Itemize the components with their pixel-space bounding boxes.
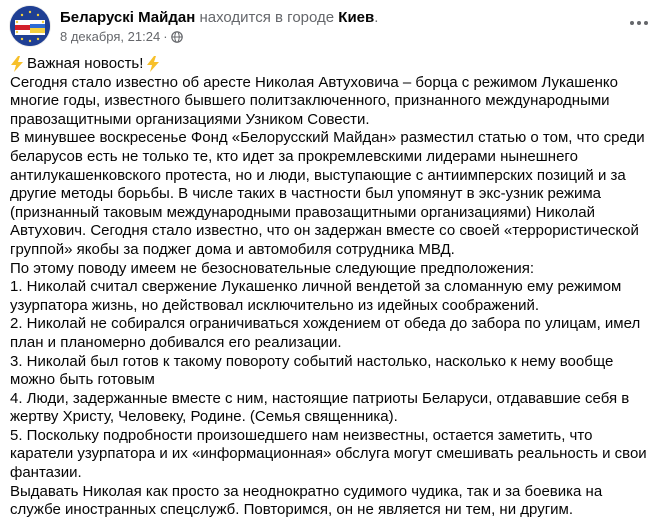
post-subline: 8 декабря, 21:24 · — [60, 29, 378, 45]
facebook-post: Беларускі Майдан находится в городе Киев… — [0, 0, 670, 520]
post-paragraph: 3. Николай был готов к такому повороту с… — [10, 352, 614, 389]
post-paragraph: По этому поводу имеем не безосновательны… — [10, 259, 535, 277]
headline-text: Важная новость! — [27, 55, 144, 72]
more-dot — [630, 21, 634, 25]
location-prefix: находится в городе — [199, 9, 335, 26]
location-suffix: . — [374, 9, 379, 26]
page-logo-icon — [10, 6, 50, 46]
post-title-line: Беларускі Майдан находится в городе Киев… — [60, 8, 378, 27]
post-paragraph: 5. Поскольку подробности произошедшего н… — [10, 426, 647, 482]
lightning-bolt-icon — [11, 56, 23, 73]
post-meta: Беларускі Майдан находится в городе Киев… — [60, 8, 378, 45]
lightning-bolt-icon — [147, 56, 160, 73]
more-dot — [637, 21, 641, 25]
post-paragraph: 4. Люди, задержанные вместе с ним, насто… — [10, 389, 630, 426]
meta-separator: · — [163, 29, 168, 44]
more-options-icon[interactable] — [624, 12, 654, 34]
post-paragraph: 1. Николай считал свержение Лукашенко ли… — [10, 278, 622, 314]
page-avatar[interactable] — [10, 6, 50, 46]
city-link[interactable]: Киев — [338, 9, 374, 26]
post-paragraph: Выдавать Николая как просто за неоднокра… — [10, 482, 603, 519]
post-paragraph: В минувшее воскресенье Фонд «Белорусский… — [10, 129, 645, 258]
page-name-link[interactable]: Беларускі Майдан — [60, 9, 195, 26]
post-paragraph: 2. Николай не собирался ограничиваться х… — [10, 315, 641, 351]
post-header: Беларускі Майдан находится в городе Киев… — [10, 6, 660, 46]
post-body: Важная новость! Сегодня стало известно о… — [10, 55, 650, 520]
post-timestamp[interactable]: 8 декабря, 21:24 — [60, 29, 160, 45]
post-headline: Важная новость! — [10, 55, 650, 74]
globe-icon[interactable] — [170, 31, 183, 43]
more-dot — [644, 21, 648, 25]
post-paragraph: Сегодня стало известно об аресте Николая… — [10, 73, 618, 128]
